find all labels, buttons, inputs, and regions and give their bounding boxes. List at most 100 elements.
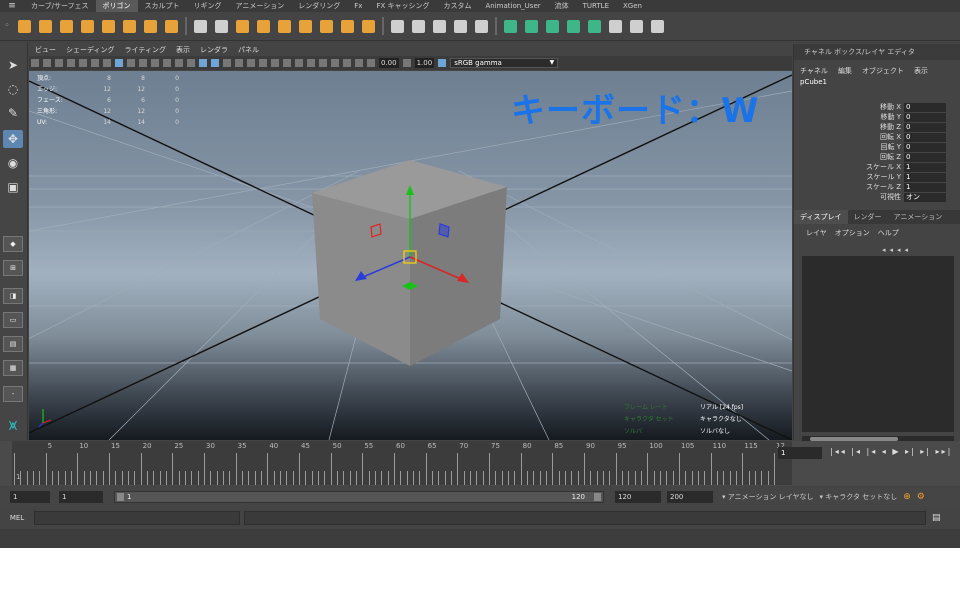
exposure-field[interactable]: 0.00: [379, 58, 399, 68]
shelf-tool-icon[interactable]: [318, 18, 335, 35]
backface-culling-icon[interactable]: [355, 59, 363, 67]
panel-menu-1[interactable]: シェーディング: [66, 45, 115, 55]
side-by-side-layout-icon[interactable]: ◨: [3, 288, 23, 304]
channel-row[interactable]: 移動 X0: [794, 102, 949, 112]
playback-controls[interactable]: |◂◂ |◂ |◂ ◂ ▶ ▸| ▸| ▸▸|: [830, 447, 952, 456]
shelf-tool-icon[interactable]: [628, 18, 645, 35]
gate-mask-icon[interactable]: [151, 59, 159, 67]
shelf-tab-5[interactable]: レンダリング: [291, 0, 347, 12]
channel-value[interactable]: 1: [904, 182, 946, 192]
shadows-icon[interactable]: [259, 59, 267, 67]
perspective-viewport[interactable]: 頂点: 8 8 0 エッジ: 12 12 0 フェース: 6 6 0 三角形: 12 12 0 UV: 14 14 0…: [29, 71, 792, 440]
field-chart-icon[interactable]: [163, 59, 171, 67]
channel-menu-3[interactable]: 表示: [914, 66, 928, 76]
shelf-tab-7[interactable]: FX キャッシング: [369, 0, 436, 12]
channel-row[interactable]: 回転 X0: [794, 132, 949, 142]
range-slider-bar[interactable]: 1 120: [114, 491, 604, 503]
scale-tool-icon[interactable]: ▣: [3, 178, 23, 196]
channel-row[interactable]: 回転 Y0: [794, 142, 949, 152]
shelf-tab-10[interactable]: 流体: [548, 0, 576, 12]
channel-value[interactable]: 0: [904, 122, 946, 132]
shelf-tool-icon[interactable]: [37, 18, 54, 35]
textured-icon[interactable]: [235, 59, 243, 67]
rotate-tool-icon[interactable]: ◉: [3, 154, 23, 172]
shelf-tool-icon[interactable]: [255, 18, 272, 35]
shelf-tool-icon[interactable]: [121, 18, 138, 35]
shelf-tab-1[interactable]: ポリゴン: [95, 0, 138, 12]
playback-start-field[interactable]: 1: [59, 491, 103, 503]
ambient-occlusion-icon[interactable]: [271, 59, 279, 67]
persp-graph-layout-icon[interactable]: ▭: [3, 312, 23, 328]
color-management-icon[interactable]: [438, 59, 447, 67]
channel-value[interactable]: オン: [904, 192, 946, 202]
layer-tab-1[interactable]: レンダー: [848, 210, 888, 224]
layer-buttons[interactable]: ◂◂◂◂: [882, 246, 912, 254]
isolate-select-icon[interactable]: [319, 59, 327, 67]
preferences-icon[interactable]: ⚙: [917, 492, 925, 502]
mel-label[interactable]: MEL: [0, 514, 34, 522]
shelf-tool-icon[interactable]: [276, 18, 293, 35]
shelf-tab-8[interactable]: カスタム: [436, 0, 478, 12]
move-tool-icon[interactable]: ✥: [3, 130, 23, 148]
wireframe-icon[interactable]: [199, 59, 207, 67]
time-slider-track[interactable]: 1 5 10 15 20 25 30 35 40 45 50 55 60 65 70 75 80 85 90 95 1…: [12, 441, 792, 485]
script-editor-icon[interactable]: ▤: [932, 513, 941, 523]
film-gate-icon[interactable]: [127, 59, 135, 67]
smooth-shade-icon[interactable]: [211, 59, 219, 67]
shelf-tool-icon[interactable]: [431, 18, 448, 35]
wireframe-on-shaded-icon[interactable]: [223, 59, 231, 67]
gamma-field[interactable]: 1.00: [414, 58, 435, 68]
shelf-tab-9[interactable]: Animation_User: [478, 0, 547, 12]
channel-row[interactable]: 可視性 オン: [794, 192, 949, 202]
shelf-tool-icon[interactable]: [234, 18, 251, 35]
more-layouts-icon[interactable]: -: [3, 386, 23, 402]
panel-menu-4[interactable]: レンダラ: [200, 45, 228, 55]
auto-key-icon[interactable]: ⊕: [903, 492, 911, 502]
playback-end-field[interactable]: 120: [615, 491, 661, 503]
depth-of-field-icon[interactable]: [307, 59, 315, 67]
range-start-handle[interactable]: [117, 493, 124, 501]
shelf-tool-icon[interactable]: [142, 18, 159, 35]
panel-menu-0[interactable]: ビュー: [35, 45, 56, 55]
shelf-tab-4[interactable]: アニメーション: [229, 0, 292, 12]
channel-row[interactable]: 移動 Y0: [794, 112, 949, 122]
lasso-tool-icon[interactable]: ◌: [3, 80, 23, 98]
shelf-tool-icon[interactable]: [452, 18, 469, 35]
outliner-layout-icon[interactable]: ▦: [3, 360, 23, 376]
exposure-icon[interactable]: [367, 59, 375, 67]
shelf-tab-12[interactable]: XGen: [616, 0, 649, 12]
shelf-tool-icon[interactable]: [58, 18, 75, 35]
layer-list[interactable]: [802, 256, 954, 432]
shelf-settings-icon[interactable]: ◦: [0, 21, 14, 31]
animation-end-field[interactable]: 200: [667, 491, 713, 503]
camera-icon[interactable]: [31, 59, 39, 67]
channel-value[interactable]: 0: [904, 112, 946, 122]
channel-row[interactable]: スケール Z1: [794, 182, 949, 192]
image-plane-icon[interactable]: [67, 59, 75, 67]
bookmark-icon[interactable]: [55, 59, 63, 67]
shelf-tool-icon[interactable]: [100, 18, 117, 35]
channel-menu-2[interactable]: オブジェクト: [862, 66, 904, 76]
camera-attr-icon[interactable]: [43, 59, 51, 67]
channel-row[interactable]: スケール Y1: [794, 172, 949, 182]
anim-layer-dropdown[interactable]: ▾ アニメーション レイヤなし: [722, 492, 814, 502]
2d-pan-icon[interactable]: [91, 59, 99, 67]
channel-row[interactable]: 移動 Z0: [794, 122, 949, 132]
panel-menu-2[interactable]: ライティング: [125, 45, 166, 55]
shelf-tab-11[interactable]: TURTLE: [576, 0, 616, 12]
shelf-tool-icon[interactable]: [473, 18, 490, 35]
shelf-tool-icon[interactable]: [297, 18, 314, 35]
channel-menu-0[interactable]: チャネル: [800, 66, 828, 76]
xy-plane-handle-icon[interactable]: [438, 223, 450, 238]
select-tool-icon[interactable]: ➤: [3, 56, 23, 74]
shelf-tool-icon[interactable]: [502, 18, 519, 35]
channel-value[interactable]: 0: [904, 132, 946, 142]
paint-select-tool-icon[interactable]: ✎: [3, 104, 23, 122]
shelf-tool-icon[interactable]: [16, 18, 33, 35]
resolution-gate-icon[interactable]: [139, 59, 147, 67]
current-frame-field[interactable]: 1: [778, 447, 822, 459]
shelf-tool-icon[interactable]: [192, 18, 209, 35]
shelf-tool-icon[interactable]: [586, 18, 603, 35]
shelf-tool-icon[interactable]: [163, 18, 180, 35]
persp-outliner-layout-icon[interactable]: ▤: [3, 336, 23, 352]
